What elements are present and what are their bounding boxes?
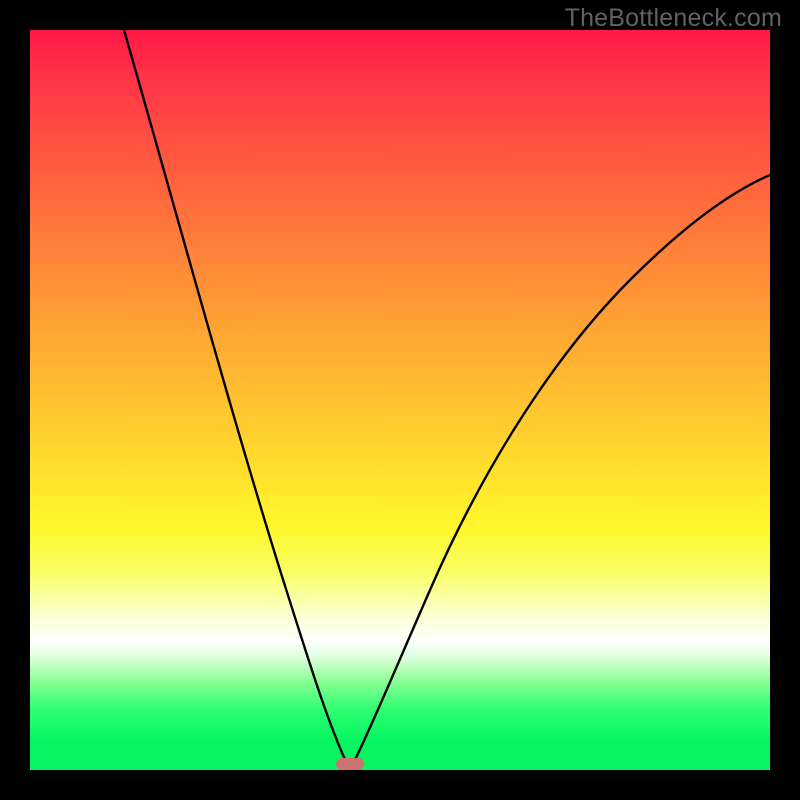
chart-frame: TheBottleneck.com: [0, 0, 800, 800]
left-curve: [124, 30, 350, 770]
right-curve: [350, 175, 770, 770]
plot-area: [30, 30, 770, 770]
chart-curves: [30, 30, 770, 770]
watermark-text: TheBottleneck.com: [565, 4, 782, 33]
bottleneck-marker: [336, 758, 364, 770]
